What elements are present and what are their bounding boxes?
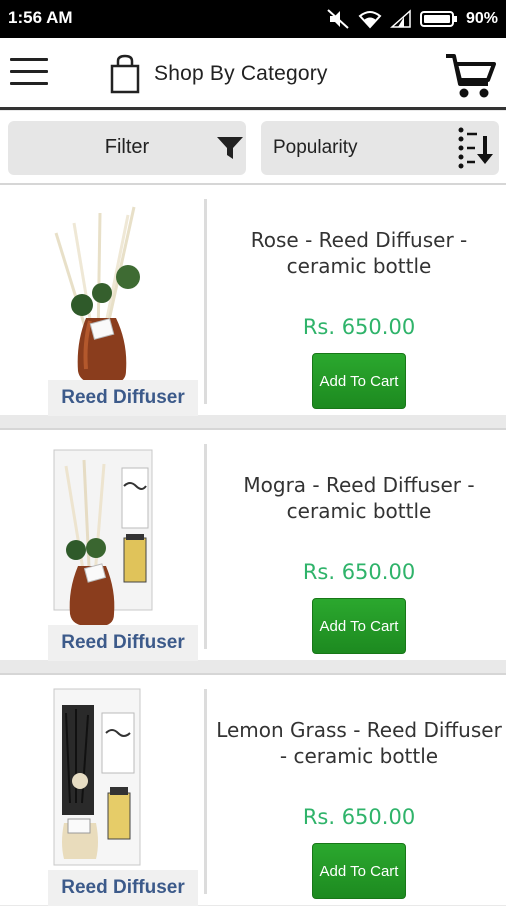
product-image <box>54 206 140 383</box>
cart-icon <box>446 54 496 98</box>
product-price: Rs. 650.00 <box>302 805 416 829</box>
product-card[interactable]: Reed Diffuser Lemon Grass - Reed Diffuse… <box>0 673 506 906</box>
category-label[interactable]: Reed Diffuser <box>48 870 198 906</box>
signal-icon <box>389 9 411 28</box>
category-label[interactable]: Reed Diffuser <box>48 625 198 661</box>
status-icons: 90% <box>326 6 498 32</box>
page-title: Shop By Category <box>154 62 328 85</box>
product-card[interactable]: Reed Diffuser Rose - Reed Diffuser - cer… <box>0 183 506 416</box>
wifi-icon <box>358 11 382 29</box>
card-divider <box>204 199 207 404</box>
product-name[interactable]: Lemon Grass - Reed Diffuser - ceramic bo… <box>214 717 504 769</box>
product-card[interactable]: Reed Diffuser Mogra - Reed Diffuser - ce… <box>0 428 506 661</box>
product-price: Rs. 650.00 <box>302 560 416 584</box>
product-image <box>53 449 153 626</box>
product-price: Rs. 650.00 <box>302 315 416 339</box>
product-name[interactable]: Mogra - Reed Diffuser - ceramic bottle <box>214 472 504 524</box>
category-label[interactable]: Reed Diffuser <box>48 380 198 416</box>
filter-label: Filter <box>104 136 150 158</box>
cart-button[interactable] <box>444 52 496 100</box>
sort-button[interactable]: Popularity <box>261 121 499 175</box>
sort-down-icon <box>458 127 493 169</box>
filter-button[interactable]: Filter <box>8 121 246 175</box>
card-divider <box>204 689 207 894</box>
add-to-cart-button[interactable]: Add To Cart <box>312 598 406 654</box>
menu-icon-bar <box>10 82 48 85</box>
card-divider <box>204 444 207 649</box>
app-bar: Shop By Category <box>0 38 506 110</box>
status-bar: 1:56 AM 90% <box>0 0 506 38</box>
filter-funnel-icon <box>217 137 243 159</box>
mute-icon <box>327 9 349 29</box>
page-header: Shop By Category <box>108 52 328 96</box>
sort-label: Popularity <box>273 137 358 158</box>
product-name[interactable]: Rose - Reed Diffuser - ceramic bottle <box>214 227 504 279</box>
menu-button[interactable] <box>10 58 48 86</box>
status-time: 1:56 AM <box>8 8 73 27</box>
shopping-bag-icon <box>110 54 140 94</box>
battery-icon <box>419 11 457 27</box>
menu-icon-bar <box>10 70 48 73</box>
filter-sort-bar: Filter Popularity <box>0 111 506 183</box>
menu-icon-bar <box>10 58 48 61</box>
battery-percentage: 90% <box>465 10 498 27</box>
add-to-cart-button[interactable]: Add To Cart <box>312 843 406 899</box>
add-to-cart-button[interactable]: Add To Cart <box>312 353 406 409</box>
product-image <box>53 688 141 866</box>
